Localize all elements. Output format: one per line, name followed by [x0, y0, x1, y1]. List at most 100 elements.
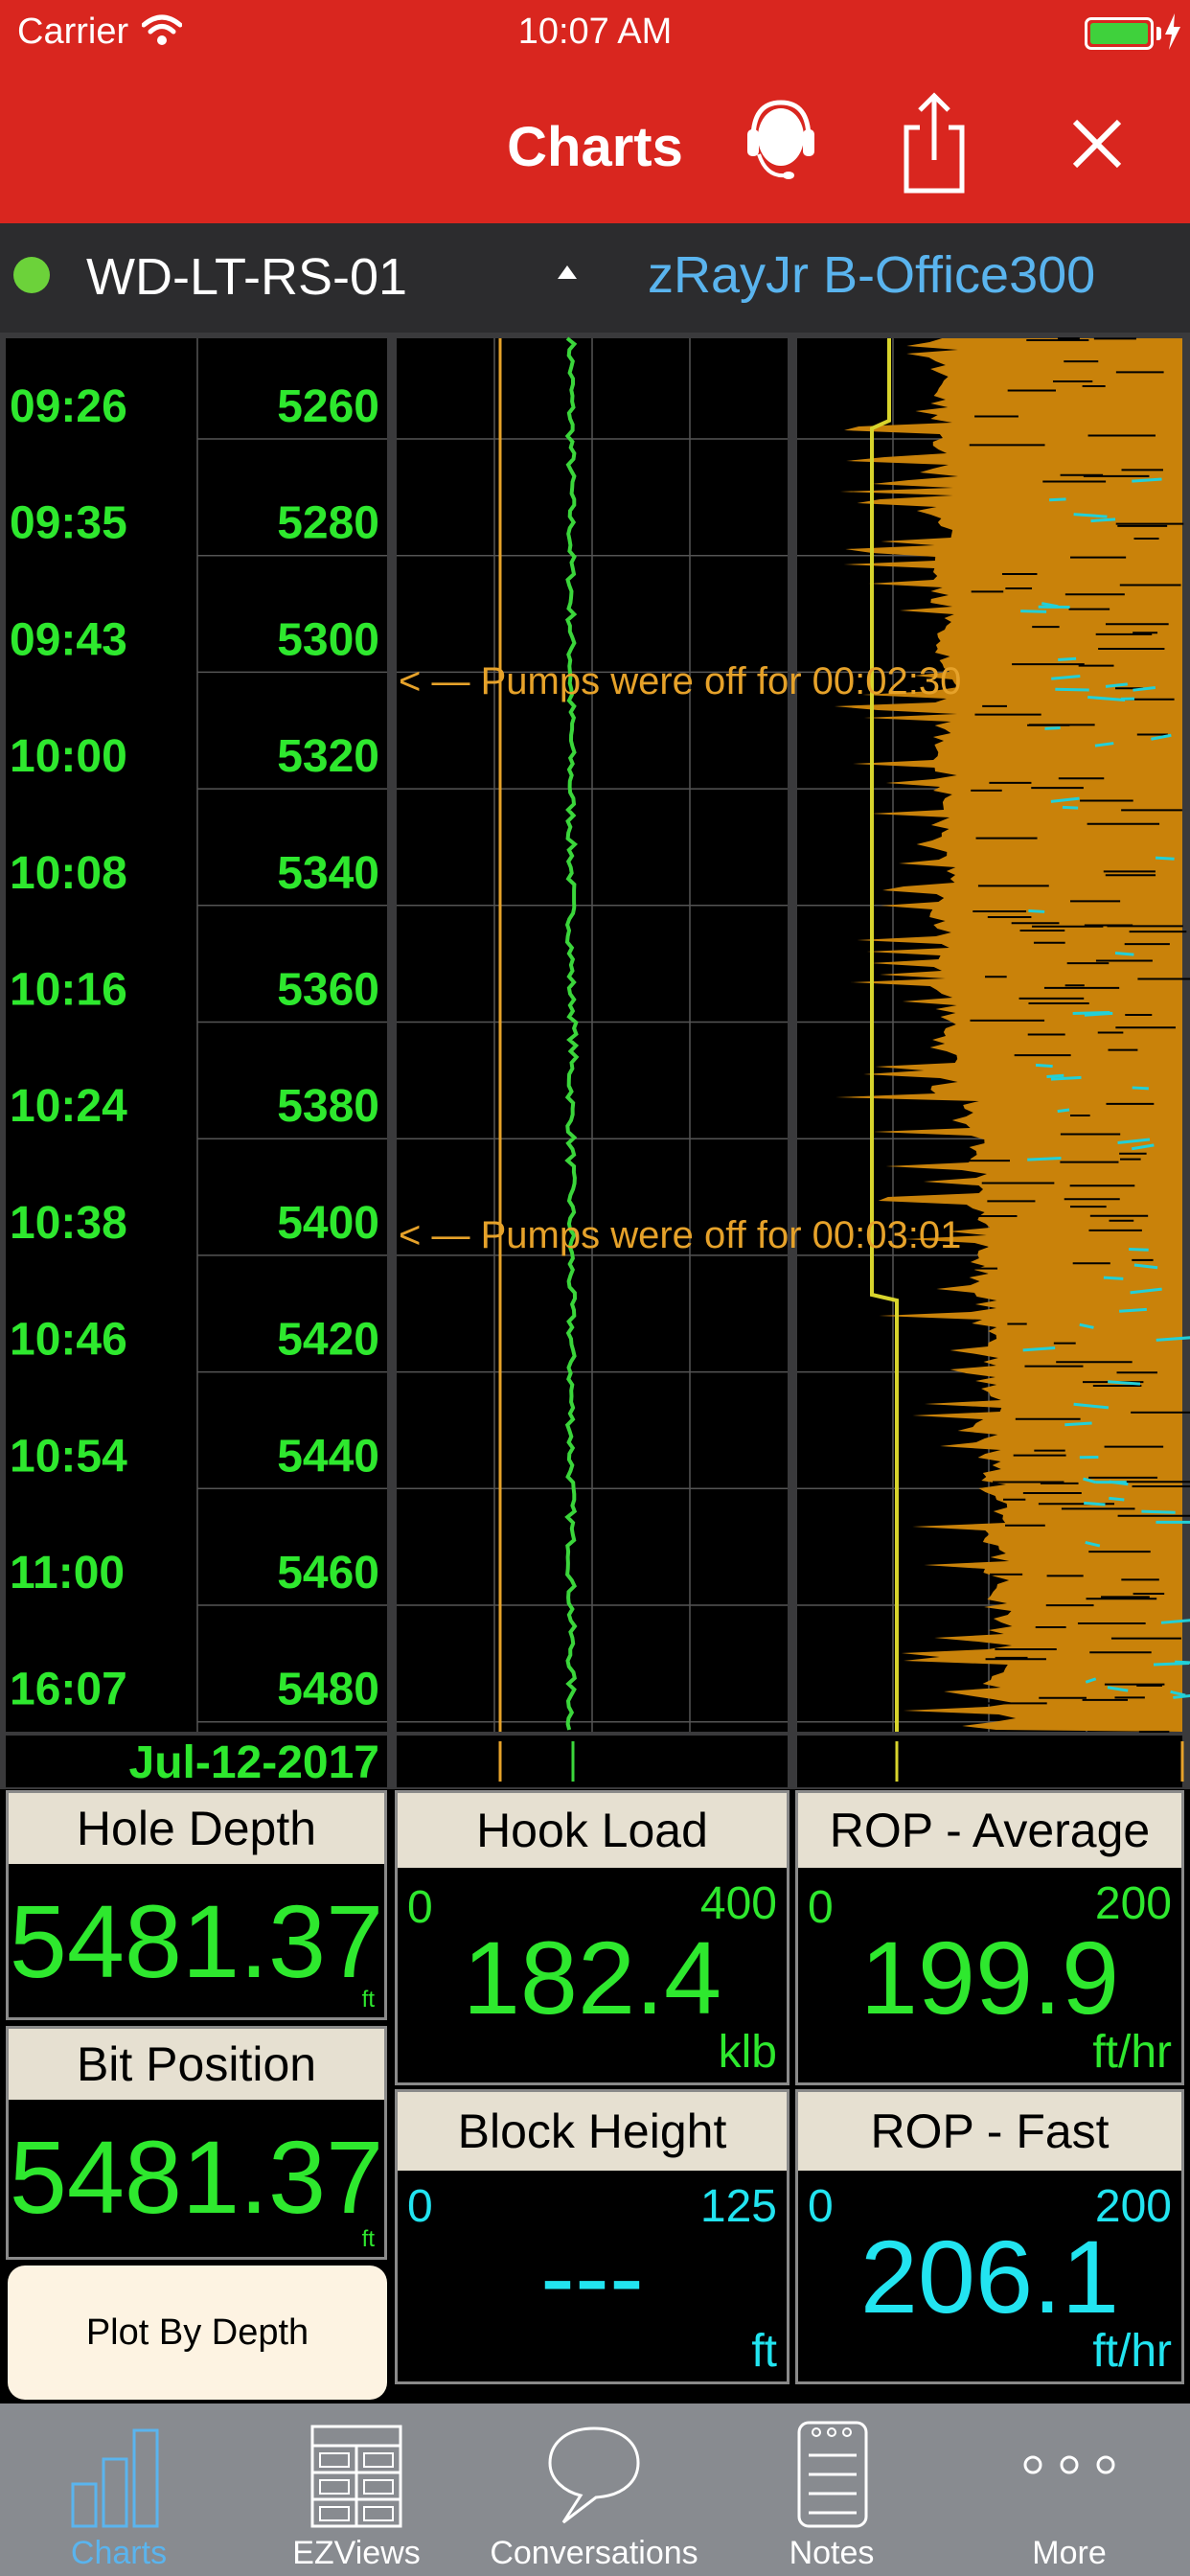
time-tick-label: 10:24 [10, 1081, 127, 1132]
block-height-value: --- [540, 2219, 644, 2334]
cyan-trace-segment [1090, 518, 1116, 523]
cyan-trace-segment [1141, 1509, 1176, 1514]
hole-depth-unit: ft [361, 1987, 375, 2012]
time-tick-label: 10:46 [10, 1315, 127, 1366]
cyan-trace-segment [1072, 1010, 1110, 1016]
depth-tick-label: 5400 [277, 1198, 379, 1249]
time-tick-label: 09:35 [10, 498, 127, 549]
time-tick-label: 10:16 [10, 965, 127, 1016]
chart-date-label: Jul-12-2017 [129, 1737, 380, 1788]
hook-load-unit: klb [718, 2027, 777, 2078]
rop-average-value: 199.9 [859, 1920, 1120, 2036]
tab-ezviews[interactable]: EZViews [238, 2404, 475, 2576]
depth-tick-label: 5340 [277, 848, 379, 899]
block-height-panel[interactable]: Block Height 0 125 --- ft [395, 2089, 790, 2384]
depth-tick-label: 5280 [277, 498, 379, 549]
support-button[interactable] [738, 91, 824, 196]
cyan-trace-segment [1049, 497, 1066, 502]
cyan-trace-segment [1119, 1307, 1147, 1313]
block-height-title: Block Height [398, 2092, 787, 2171]
track-2-footer [797, 1736, 1182, 1787]
close-icon [1072, 119, 1122, 169]
time-tick-label: 10:00 [10, 731, 127, 782]
cyan-trace-segment [1020, 610, 1047, 613]
rop-average-title: ROP - Average [798, 1793, 1181, 1868]
rop-fast-panel[interactable]: ROP - Fast 0 200 206.1 ft/hr [795, 2089, 1184, 2384]
rop-fast-title: ROP - Fast [798, 2092, 1181, 2171]
tab-charts-label: Charts [70, 2535, 168, 2571]
track-1-footer [397, 1736, 788, 1787]
cyan-trace-segment [1084, 1501, 1106, 1506]
notepad-icon [797, 2421, 868, 2528]
tab-charts[interactable]: Charts [0, 2404, 238, 2576]
time-tick-label: 09:43 [10, 614, 127, 665]
share-icon [904, 92, 965, 194]
pump-off-annotation: < — Pumps were off for 00:03:01 [399, 1214, 961, 1256]
speech-bubble-icon [548, 2426, 640, 2524]
depth-tick-label: 5260 [277, 381, 379, 432]
charging-bolt-icon [1165, 13, 1180, 50]
cyan-trace-segment [1064, 1421, 1092, 1427]
tab-more-label: More [1032, 2535, 1107, 2571]
depth-tick-label: 5460 [277, 1548, 379, 1598]
tab-notes[interactable]: Notes [713, 2404, 950, 2576]
status-time: 10:07 AM [517, 12, 673, 52]
rop-fast-unit: ft/hr [1092, 2326, 1172, 2377]
depth-tick-label: 5300 [277, 614, 379, 665]
bit-position-unit: ft [361, 2226, 375, 2252]
cyan-trace-segment [1044, 726, 1061, 730]
hole-depth-panel[interactable]: Hole Depth 5481.37 ft [6, 1790, 387, 2020]
cyan-trace-segment [1153, 1661, 1190, 1667]
cyan-trace-segment [1046, 1073, 1064, 1079]
time-tick-label: 10:08 [10, 848, 127, 899]
cyan-trace-segment [1114, 952, 1134, 956]
cyan-trace-segment [1057, 1108, 1070, 1114]
pump-off-annotation: < — Pumps were off for 00:02:30 [399, 660, 961, 702]
rop-average-panel[interactable]: ROP - Average 0 200 199.9 ft/hr [795, 1790, 1184, 2085]
plot-by-depth-button[interactable]: Plot By Depth [8, 2266, 387, 2400]
cyan-trace-segment [1155, 856, 1175, 861]
bit-position-value: 5481.37 [9, 2119, 384, 2235]
bar-chart-icon [71, 2428, 159, 2528]
close-button[interactable] [1054, 91, 1140, 196]
time-tick-label: 09:26 [10, 381, 127, 432]
depth-tick-label: 5360 [277, 965, 379, 1016]
block-height-unit: ft [751, 2326, 777, 2377]
tab-notes-label: Notes [789, 2535, 875, 2571]
hook-load-title: Hook Load [398, 1793, 787, 1868]
cyan-trace-segment [1058, 656, 1077, 662]
hook-load-value: 182.4 [462, 1920, 722, 2036]
triangle-up-icon[interactable] [556, 264, 579, 281]
tab-ezviews-label: EZViews [292, 2535, 421, 2571]
well-name[interactable]: WD-LT-RS-01 [86, 247, 407, 307]
rig-name[interactable]: zRayJr B-Office300 [648, 245, 1095, 305]
headset-icon [747, 100, 814, 179]
cyan-trace-segment [1103, 1276, 1124, 1280]
bit-position-panel[interactable]: Bit Position 5481.37 ft [6, 2026, 387, 2260]
grid-icon [310, 2425, 402, 2528]
cyan-trace-segment [1035, 1063, 1053, 1069]
rop-average-unit: ft/hr [1092, 2027, 1172, 2078]
depth-tick-label: 5440 [277, 1431, 379, 1482]
tab-conversations[interactable]: Conversations [475, 2404, 713, 2576]
cyan-trace-segment [1050, 1075, 1082, 1081]
more-dots-icon [1023, 2455, 1115, 2474]
time-tick-label: 16:07 [10, 1665, 127, 1715]
time-tick-label: 11:00 [10, 1548, 125, 1598]
time-tick-label: 10:54 [10, 1431, 127, 1482]
hole-depth-title: Hole Depth [9, 1793, 384, 1864]
page-title: Charts [507, 116, 683, 178]
tab-conversations-label: Conversations [490, 2535, 698, 2571]
battery-nub [1156, 27, 1161, 40]
depth-tick-label: 5320 [277, 731, 379, 782]
drilling-log-chart[interactable]: 09:26 5260 09:35 5280 09:43 5300 10:00 5320 10:0… [0, 333, 1190, 1789]
share-button[interactable] [891, 91, 977, 196]
cyan-trace-segment [1109, 1496, 1125, 1502]
battery-icon [1085, 17, 1154, 50]
hook-load-panel[interactable]: Hook Load 0 400 182.4 klb [395, 1790, 790, 2085]
time-tick-label: 10:38 [10, 1198, 127, 1249]
depth-tick-label: 5480 [277, 1665, 379, 1715]
connection-status-dot [13, 257, 50, 293]
tab-more[interactable]: More [950, 2404, 1188, 2576]
cyan-trace-segment [1062, 805, 1079, 810]
